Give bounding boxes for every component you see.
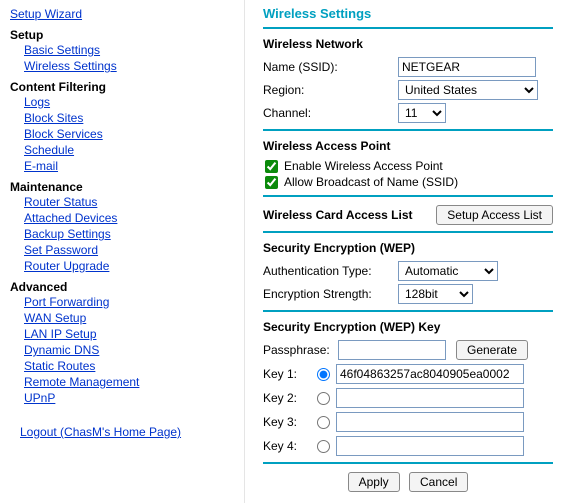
ssid-label: Name (SSID): [263,60,398,74]
nav-block-sites[interactable]: Block Sites [24,111,83,125]
divider [263,310,553,312]
divider [263,195,553,197]
cancel-button[interactable]: Cancel [409,472,468,492]
nav-basic-settings[interactable]: Basic Settings [24,43,100,57]
nav-remote-management[interactable]: Remote Management [24,375,139,389]
nav-static-routes[interactable]: Static Routes [24,359,95,373]
section-wep-key: Security Encryption (WEP) Key [263,320,553,334]
key2-input[interactable] [336,388,524,408]
nav-backup-settings[interactable]: Backup Settings [24,227,111,241]
enable-ap-label: Enable Wireless Access Point [284,159,443,173]
channel-select[interactable]: 11 [398,103,446,123]
key4-radio[interactable] [317,440,330,453]
divider [263,231,553,233]
section-wireless-network: Wireless Network [263,37,553,51]
passphrase-input[interactable] [338,340,446,360]
nav-logout[interactable]: Logout (ChasM's Home Page) [20,425,181,439]
auth-type-label: Authentication Type: [263,264,398,278]
nav-upnp[interactable]: UPnP [24,391,55,405]
key2-label: Key 2: [263,391,315,405]
divider [263,462,553,464]
section-access-list: Wireless Card Access List [263,208,413,222]
nav-router-status[interactable]: Router Status [24,195,97,209]
key3-radio[interactable] [317,416,330,429]
key1-radio[interactable] [317,368,330,381]
enc-strength-label: Encryption Strength: [263,287,398,301]
passphrase-label: Passphrase: [263,343,338,357]
apply-button[interactable]: Apply [348,472,400,492]
nav-set-password[interactable]: Set Password [24,243,98,257]
nav-dynamic-dns[interactable]: Dynamic DNS [24,343,99,357]
nav-block-services[interactable]: Block Services [24,127,103,141]
key2-radio[interactable] [317,392,330,405]
divider [263,129,553,131]
nav-router-upgrade[interactable]: Router Upgrade [24,259,109,273]
nav-setup-wizard[interactable]: Setup Wizard [10,7,82,21]
main-content: Wireless Settings Wireless Network Name … [245,0,561,503]
divider [263,27,553,29]
nav-schedule[interactable]: Schedule [24,143,74,157]
key4-input[interactable] [336,436,524,456]
channel-label: Channel: [263,106,398,120]
nav-head-content-filtering: Content Filtering [10,80,234,94]
page-title: Wireless Settings [263,6,553,21]
allow-broadcast-label: Allow Broadcast of Name (SSID) [284,175,458,189]
nav-wan-setup[interactable]: WAN Setup [24,311,86,325]
allow-broadcast-checkbox[interactable] [265,176,278,189]
key3-input[interactable] [336,412,524,432]
setup-access-list-button[interactable]: Setup Access List [436,205,553,225]
region-select[interactable]: United States [398,80,538,100]
nav-head-advanced: Advanced [10,280,234,294]
enable-ap-checkbox[interactable] [265,160,278,173]
key3-label: Key 3: [263,415,315,429]
key1-input[interactable] [336,364,524,384]
enc-strength-select[interactable]: 128bit [398,284,473,304]
section-wep: Security Encryption (WEP) [263,241,553,255]
nav-port-forwarding[interactable]: Port Forwarding [24,295,109,309]
nav-logs[interactable]: Logs [24,95,50,109]
nav-head-maintenance: Maintenance [10,180,234,194]
region-label: Region: [263,83,398,97]
key1-label: Key 1: [263,367,315,381]
key4-label: Key 4: [263,439,315,453]
nav-email[interactable]: E-mail [24,159,58,173]
auth-type-select[interactable]: Automatic [398,261,498,281]
nav-lan-ip-setup[interactable]: LAN IP Setup [24,327,97,341]
generate-button[interactable]: Generate [456,340,528,360]
sidebar: Setup Wizard Setup Basic Settings Wirele… [0,0,245,503]
nav-attached-devices[interactable]: Attached Devices [24,211,117,225]
ssid-input[interactable] [398,57,536,77]
nav-wireless-settings[interactable]: Wireless Settings [24,59,117,73]
section-wireless-ap: Wireless Access Point [263,139,553,153]
nav-head-setup: Setup [10,28,234,42]
